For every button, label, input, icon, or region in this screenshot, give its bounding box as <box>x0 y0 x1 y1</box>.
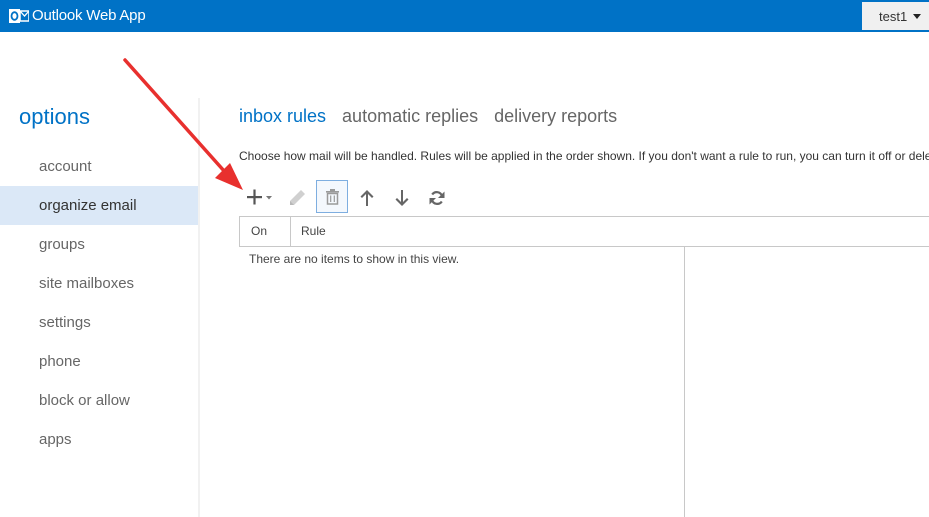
user-menu[interactable]: test1 <box>862 2 929 30</box>
options-title: options <box>19 104 90 129</box>
sidebar-item-apps[interactable]: apps <box>0 420 198 459</box>
rules-description: Choose how mail will be handled. Rules w… <box>239 149 929 163</box>
top-bar: Outlook Web App test1 <box>0 0 929 32</box>
refresh-button[interactable] <box>426 181 448 213</box>
outlook-logo-icon <box>9 9 29 23</box>
sidebar-item-block-or-allow[interactable]: block or allow <box>0 381 198 420</box>
sidebar-item-phone[interactable]: phone <box>0 342 198 381</box>
new-rule-button[interactable] <box>243 181 275 213</box>
empty-list-message: There are no items to show in this view. <box>249 252 460 266</box>
sidebar-divider <box>198 98 200 517</box>
sidebar-item-account[interactable]: account <box>0 147 198 186</box>
sidebar-item-organize-email[interactable]: organize email <box>0 186 198 225</box>
tab-delivery-reports[interactable]: delivery reports <box>494 106 617 127</box>
sidebar-item-settings[interactable]: settings <box>0 303 198 342</box>
app-title: Outlook Web App <box>32 7 146 24</box>
rules-list: There are no items to show in this view. <box>239 247 685 517</box>
plus-icon <box>247 189 272 205</box>
arrow-down-icon <box>395 190 409 206</box>
tab-bar: inbox rules automatic replies delivery r… <box>239 106 633 130</box>
caret-down-icon <box>913 14 921 19</box>
move-down-button[interactable] <box>391 181 413 213</box>
arrow-up-icon <box>360 190 374 206</box>
column-header-rule[interactable]: Rule <box>301 217 326 246</box>
refresh-icon <box>429 191 445 205</box>
sidebar-item-site-mailboxes[interactable]: site mailboxes <box>0 264 198 303</box>
sidebar-nav: account organize email groups site mailb… <box>0 147 198 459</box>
trash-icon <box>326 189 339 205</box>
edit-rule-button[interactable] <box>285 181 309 213</box>
tab-inbox-rules[interactable]: inbox rules <box>239 106 326 127</box>
column-header-on[interactable]: On <box>240 217 291 246</box>
delete-rule-button[interactable] <box>316 180 348 213</box>
rules-table-header: On Rule <box>239 216 929 247</box>
move-up-button[interactable] <box>356 181 378 213</box>
user-name: test1 <box>879 9 908 24</box>
rules-toolbar <box>239 180 479 213</box>
tab-automatic-replies[interactable]: automatic replies <box>342 106 478 127</box>
sidebar-item-groups[interactable]: groups <box>0 225 198 264</box>
pencil-icon <box>290 190 305 205</box>
